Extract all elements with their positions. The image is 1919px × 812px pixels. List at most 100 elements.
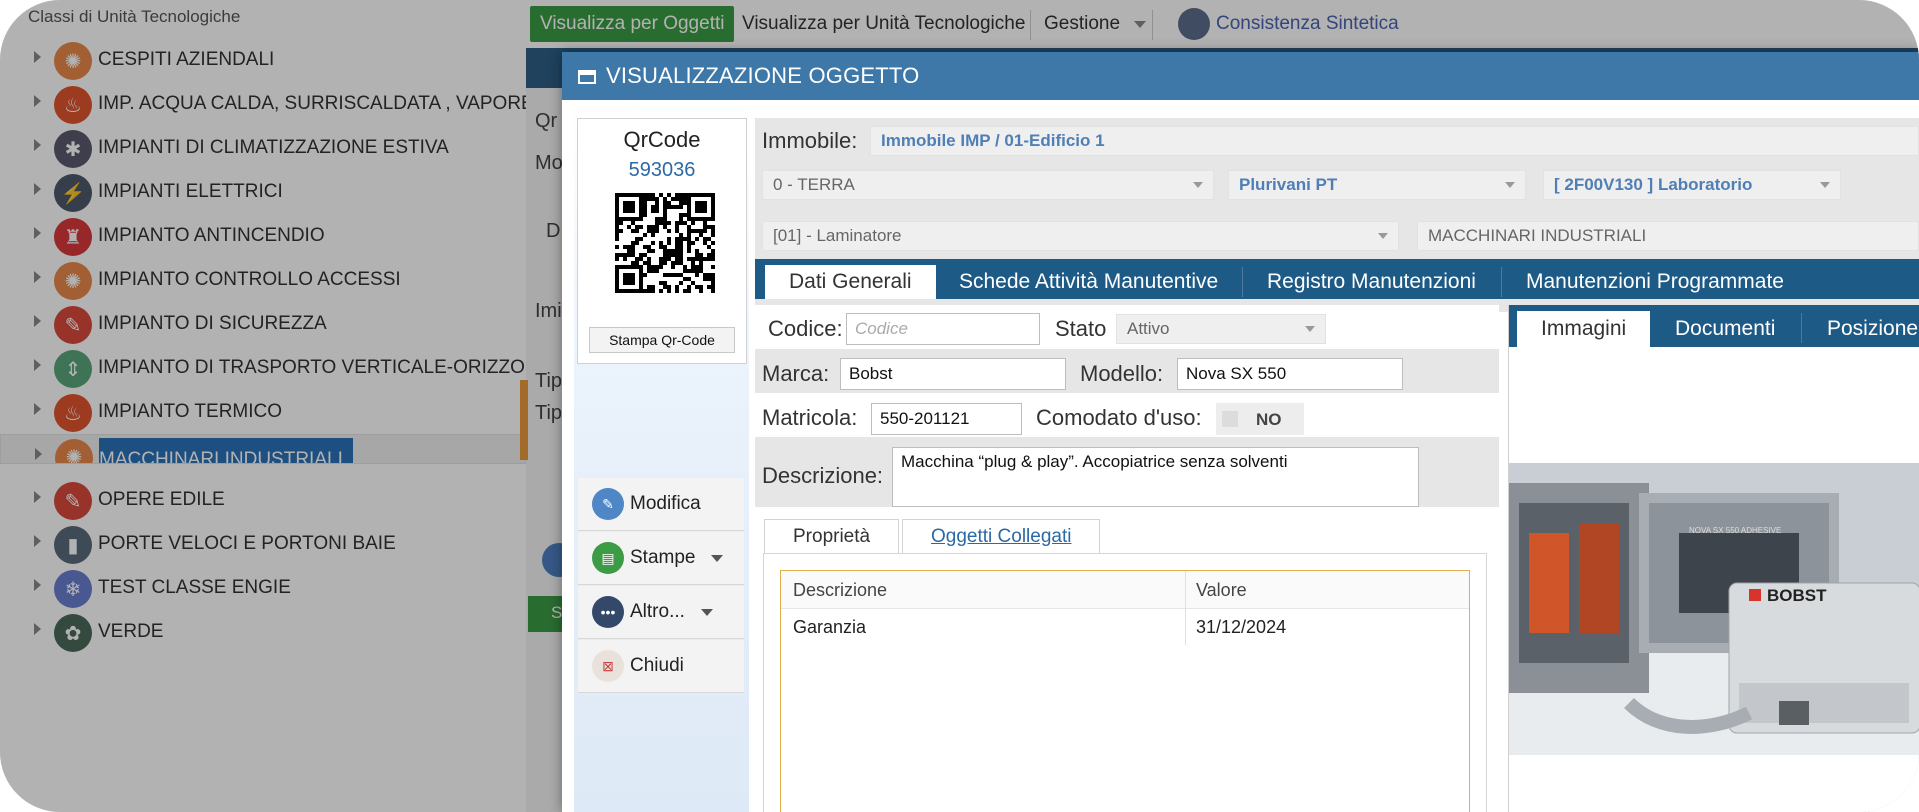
tree-item[interactable]: ✿ VERDE xyxy=(0,610,526,654)
column-divider xyxy=(1185,571,1186,645)
subtab-properties[interactable]: Proprietà xyxy=(764,519,900,554)
tree-item-label: IMPIANTO TERMICO xyxy=(98,401,283,422)
expand-arrow-icon[interactable] xyxy=(34,271,41,283)
tree-item[interactable]: ✺ IMPIANTO CONTROLLO ACCESSI xyxy=(0,258,526,302)
printer-icon: ▤ xyxy=(592,542,624,574)
more-menu-button[interactable]: ••• Altro... xyxy=(578,586,744,639)
description-textarea[interactable]: Macchina “plug & play”. Accopiatrice sen… xyxy=(892,447,1419,507)
tree-item[interactable]: ✺ CESPITI AZIENDALI xyxy=(0,38,526,82)
tab-activity-sheets[interactable]: Schede Attività Manutentive xyxy=(935,265,1242,299)
status-label: Stato xyxy=(1055,316,1107,341)
floor-select[interactable]: 0 - TERRA xyxy=(762,170,1214,200)
building-value: Immobile IMP / 01-Edificio 1 xyxy=(881,131,1105,150)
summary-link[interactable]: Consistenza Sintetica xyxy=(1178,6,1399,42)
room-select[interactable]: [ 2F00V130 ] Laboratorio xyxy=(1543,170,1841,200)
bg-fragment: D xyxy=(546,220,561,242)
model-input[interactable]: Nova SX 550 xyxy=(1177,358,1403,390)
tree-item[interactable]: ❄ TEST CLASSE ENGIE xyxy=(0,566,526,610)
tree-item[interactable]: ✎ OPERE EDILE xyxy=(0,478,526,522)
object-select[interactable]: [01] - Laminatore xyxy=(762,221,1399,251)
close-button[interactable]: ⊠ Chiudi xyxy=(578,640,744,693)
caret-down-icon xyxy=(1305,326,1315,332)
tab-general[interactable]: Dati Generali xyxy=(765,265,936,299)
close-label: Chiudi xyxy=(630,655,684,676)
expand-arrow-icon[interactable] xyxy=(34,491,41,503)
tree-item[interactable]: ▮ PORTE VELOCI E PORTONI BAIE xyxy=(0,522,526,566)
bg-fragment: Tip xyxy=(535,370,563,392)
expand-arrow-icon[interactable] xyxy=(34,403,41,415)
area-value: Plurivani PT xyxy=(1239,175,1338,194)
serial-input[interactable]: 550-201121 xyxy=(871,403,1022,435)
expand-arrow-icon[interactable] xyxy=(34,623,41,635)
summary-label: Consistenza Sintetica xyxy=(1216,13,1399,34)
class-value: MACCHINARI INDUSTRIALI xyxy=(1428,226,1647,245)
snowflake-icon: ❄ xyxy=(54,570,92,608)
expand-arrow-icon[interactable] xyxy=(34,51,41,63)
expand-arrow-icon[interactable] xyxy=(35,448,42,460)
caret-down-icon xyxy=(1134,20,1147,28)
column-header-value: Valore xyxy=(1186,571,1469,609)
expand-arrow-icon[interactable] xyxy=(34,315,41,327)
tree-item-label: IMPIANTI ELETTRICI xyxy=(98,181,283,202)
building-label: Immobile: xyxy=(762,128,858,153)
print-qr-button[interactable]: Stampa Qr-Code xyxy=(589,327,735,353)
tree-item-label: IMPIANTO DI SICUREZZA xyxy=(98,313,327,334)
media-tabs: Immagini Documenti Posizione xyxy=(1509,305,1919,347)
qr-number: 593036 xyxy=(628,159,696,181)
status-select[interactable]: Attivo xyxy=(1116,314,1326,344)
management-label: Gestione xyxy=(1044,13,1121,34)
expand-arrow-icon[interactable] xyxy=(34,183,41,195)
tree-item-label: OPERE EDILE xyxy=(98,489,225,510)
loan-label: Comodato d'uso: xyxy=(1036,405,1202,430)
print-menu-button[interactable]: ▤ Stampe xyxy=(578,532,744,585)
loan-value: NO xyxy=(1256,410,1282,429)
caret-down-icon xyxy=(711,554,724,562)
tree-item[interactable]: ⇕ IMPIANTO DI TRASPORTO VERTICALE-ORIZZON… xyxy=(0,346,585,390)
expand-arrow-icon[interactable] xyxy=(34,359,41,371)
window-icon xyxy=(578,70,596,84)
tree-item[interactable]: ♨ IMP. ACQUA CALDA, SURRISCALDATA , VAPOR… xyxy=(0,82,539,126)
bg-fragment: Qr xyxy=(535,110,558,132)
qr-code-box: QrCode 593036 Stampa Qr-Code xyxy=(577,118,747,364)
tree-item-label: IMPIANTO DI TRASPORTO VERTICALE-ORIZZONT… xyxy=(98,357,585,378)
extinguisher-icon: ♜ xyxy=(54,218,92,256)
tab-scheduled-maintenance[interactable]: Manutenzioni Programmate xyxy=(1502,265,1808,299)
expand-arrow-icon[interactable] xyxy=(34,535,41,547)
brand-input[interactable]: Bobst xyxy=(840,358,1066,390)
tab-position[interactable]: Posizione xyxy=(1803,311,1919,347)
qr-title: QrCode xyxy=(623,127,701,152)
room-value: [ 2F00V130 ] Laboratorio xyxy=(1554,175,1753,194)
dialog-title: VISUALIZZAZIONE OGGETTO xyxy=(606,63,920,88)
management-menu[interactable]: Gestione xyxy=(1044,6,1147,42)
tab-maintenance-log[interactable]: Registro Manutenzioni xyxy=(1243,265,1500,299)
tree-item[interactable]: ♨ IMPIANTO TERMICO xyxy=(0,390,526,434)
edit-label: Modifica xyxy=(630,493,701,514)
main-tabs: Dati Generali Schede Attività Manutentiv… xyxy=(755,259,1919,299)
expand-arrow-icon[interactable] xyxy=(34,227,41,239)
tree-item[interactable]: ✺ MACCHINARI INDUSTRIALI xyxy=(0,434,526,464)
expand-arrow-icon[interactable] xyxy=(34,139,41,151)
tree-item[interactable]: ⚡ IMPIANTI ELETTRICI xyxy=(0,170,526,214)
tab-documents[interactable]: Documenti xyxy=(1651,311,1799,347)
bg-fragment: Mo xyxy=(535,152,563,174)
loan-toggle[interactable]: NO xyxy=(1216,403,1304,435)
view-objects-button[interactable]: Visualizza per Oggetti xyxy=(530,6,735,42)
tree-item[interactable]: ✱ IMPIANTI DI CLIMATIZZAZIONE ESTIVA xyxy=(0,126,526,170)
code-input[interactable]: Codice xyxy=(846,313,1040,345)
tree-item[interactable]: ✎ IMPIANTO DI SICUREZZA xyxy=(0,302,526,346)
tree-item[interactable]: ♜ IMPIANTO ANTINCENDIO xyxy=(0,214,526,258)
app-screen: Classi di Unità Tecnologiche ✺ CESPITI AZ… xyxy=(0,0,1919,812)
view-units-button[interactable]: Visualizza per Unità Tecnologiche xyxy=(742,6,1025,42)
tab-images[interactable]: Immagini xyxy=(1517,311,1651,347)
expand-arrow-icon[interactable] xyxy=(34,95,41,107)
bg-fragment: Imi xyxy=(535,300,562,322)
subtab-linked-objects[interactable]: Oggetti Collegati xyxy=(902,519,1101,554)
edit-button[interactable]: ✎ Modifica xyxy=(578,478,744,531)
summary-icon xyxy=(1178,8,1210,40)
toggle-knob xyxy=(1222,411,1238,427)
photo-model-text: NOVA SX 550 ADHESIVE xyxy=(1689,526,1781,535)
expand-arrow-icon[interactable] xyxy=(34,579,41,591)
model-label: Modello: xyxy=(1080,361,1164,386)
building-select[interactable]: Immobile IMP / 01-Edificio 1 xyxy=(870,126,1919,156)
area-select[interactable]: Plurivani PT xyxy=(1228,170,1526,200)
